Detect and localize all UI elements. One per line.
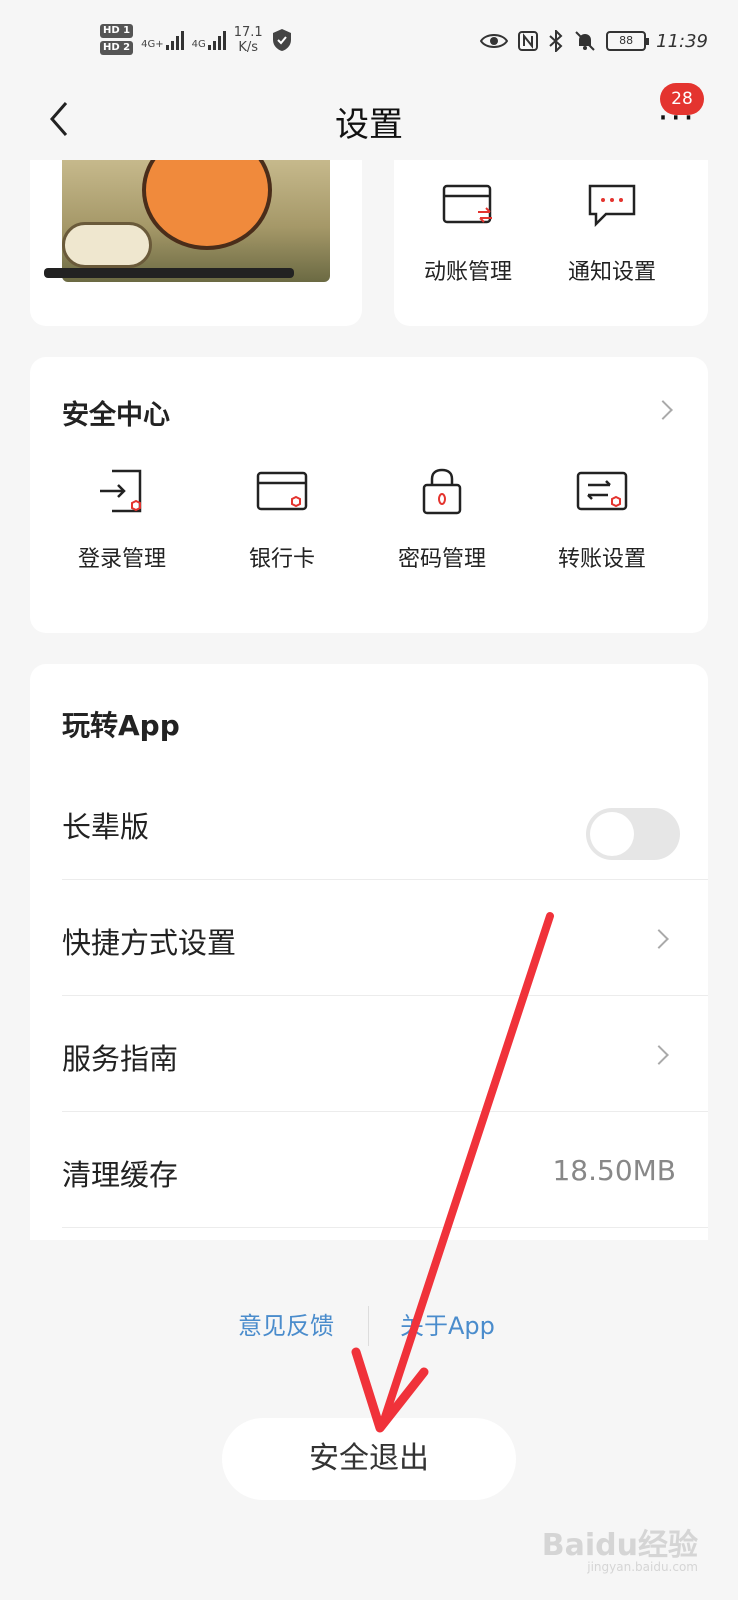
chevron-right-icon[interactable] xyxy=(653,400,673,420)
sim2-badge: HD 2 xyxy=(100,41,134,55)
settings-row-clear-cache[interactable]: 清理缓存 18.50MB xyxy=(62,1112,708,1228)
lock-icon xyxy=(422,468,462,515)
chevron-right-icon xyxy=(649,1045,669,1065)
elder-mode-toggle[interactable] xyxy=(586,808,680,860)
signal-bars-1-icon xyxy=(165,30,184,50)
banner-bottom-strip xyxy=(44,268,294,278)
security-item-label: 银行卡 xyxy=(248,547,315,572)
signal-bars-2-icon xyxy=(207,30,226,50)
status-right: 88 11:39 xyxy=(480,30,708,52)
app-settings-card: 玩转App 长辈版 快捷方式设置 服务指南 清理缓存 18.50MB xyxy=(30,664,708,1240)
notification-badge: 28 xyxy=(660,83,704,115)
promo-banner-card[interactable] xyxy=(30,160,362,326)
settings-row-elder-mode[interactable]: 长辈版 xyxy=(62,764,708,880)
quick-action-label: 动账管理 xyxy=(423,260,512,285)
nav-header: 设置 ··· 28 xyxy=(0,83,738,160)
logout-button[interactable]: 安全退出 xyxy=(222,1418,516,1500)
security-item-login[interactable]: 登录管理 xyxy=(42,467,202,573)
row-label: 快捷方式设置 xyxy=(62,926,237,960)
signal-2: 4G xyxy=(192,30,226,50)
feedback-link[interactable]: 意见反馈 xyxy=(238,1306,334,1341)
speed-value: 17.1 xyxy=(233,24,263,40)
security-item-bank-card[interactable]: 银行卡 xyxy=(202,467,362,573)
row-label: 服务指南 xyxy=(62,1042,179,1076)
tiger-banner-image xyxy=(62,160,330,282)
footer-divider xyxy=(368,1306,369,1346)
nfc-icon xyxy=(518,31,539,51)
login-icon xyxy=(100,469,142,513)
clock: 11:39 xyxy=(656,30,708,52)
network-speed: 17.1 K/s xyxy=(234,25,263,55)
security-item-label: 转账设置 xyxy=(557,547,646,572)
security-center-card: 安全中心 登录管理 银行卡 密码管理 转账设置 xyxy=(30,357,708,633)
status-left: HD 1 HD 2 4G+ 4G 17.1 K/s xyxy=(100,24,293,55)
quick-actions-card: 动账管理 通知设置 xyxy=(394,160,708,326)
row-label: 清理缓存 xyxy=(62,1158,179,1192)
sim1-badge: HD 1 xyxy=(100,24,134,38)
battery-icon: 88 xyxy=(606,31,650,51)
security-item-label: 登录管理 xyxy=(77,547,166,572)
section-title: 玩转App xyxy=(62,709,180,742)
mute-bell-icon xyxy=(575,31,595,51)
sim-indicators: HD 1 HD 2 xyxy=(100,24,134,55)
quick-action-notification-settings[interactable]: 通知设置 xyxy=(542,182,682,286)
baidu-watermark: Baidu经验 xyxy=(541,1528,698,1563)
about-app-link[interactable]: 关于App xyxy=(400,1306,495,1341)
shield-icon xyxy=(272,28,291,51)
settings-row-service-guide[interactable]: 服务指南 xyxy=(62,996,708,1112)
speed-unit: K/s xyxy=(238,39,259,55)
message-icon xyxy=(588,184,636,228)
security-item-password[interactable]: 密码管理 xyxy=(362,467,522,573)
security-item-transfer[interactable]: 转账设置 xyxy=(522,467,682,573)
section-title: 安全中心 xyxy=(62,400,170,431)
settings-row-shortcut[interactable]: 快捷方式设置 xyxy=(62,880,708,996)
footer-links: 意见反馈 关于App xyxy=(0,1306,738,1346)
battery-level: 88 xyxy=(619,34,634,47)
toggle-knob xyxy=(590,812,634,856)
page-title: 设置 xyxy=(335,105,403,145)
transfer-icon xyxy=(576,471,628,511)
row-label: 长辈版 xyxy=(62,810,150,844)
chevron-right-icon xyxy=(649,929,669,949)
watermark-url: jingyan.baidu.com xyxy=(587,1560,698,1574)
security-item-label: 密码管理 xyxy=(397,547,486,572)
quick-action-account-alerts[interactable]: 动账管理 xyxy=(398,182,538,286)
cache-size-value: 18.50MB xyxy=(552,1154,676,1187)
status-bar: HD 1 HD 2 4G+ 4G 17.1 K/s 88 11:39 xyxy=(0,0,738,90)
tiger-illustration xyxy=(142,160,272,250)
bluetooth-icon xyxy=(549,30,563,52)
eye-icon xyxy=(480,34,509,48)
card-transfer-icon xyxy=(442,184,492,224)
network-type-2: 4G xyxy=(191,38,206,50)
network-type-1: 4G+ xyxy=(141,38,164,50)
signal-1: 4G+ xyxy=(141,30,184,50)
bank-card-icon xyxy=(256,471,308,511)
cloud-decoration xyxy=(62,222,152,268)
quick-action-label: 通知设置 xyxy=(567,260,656,285)
